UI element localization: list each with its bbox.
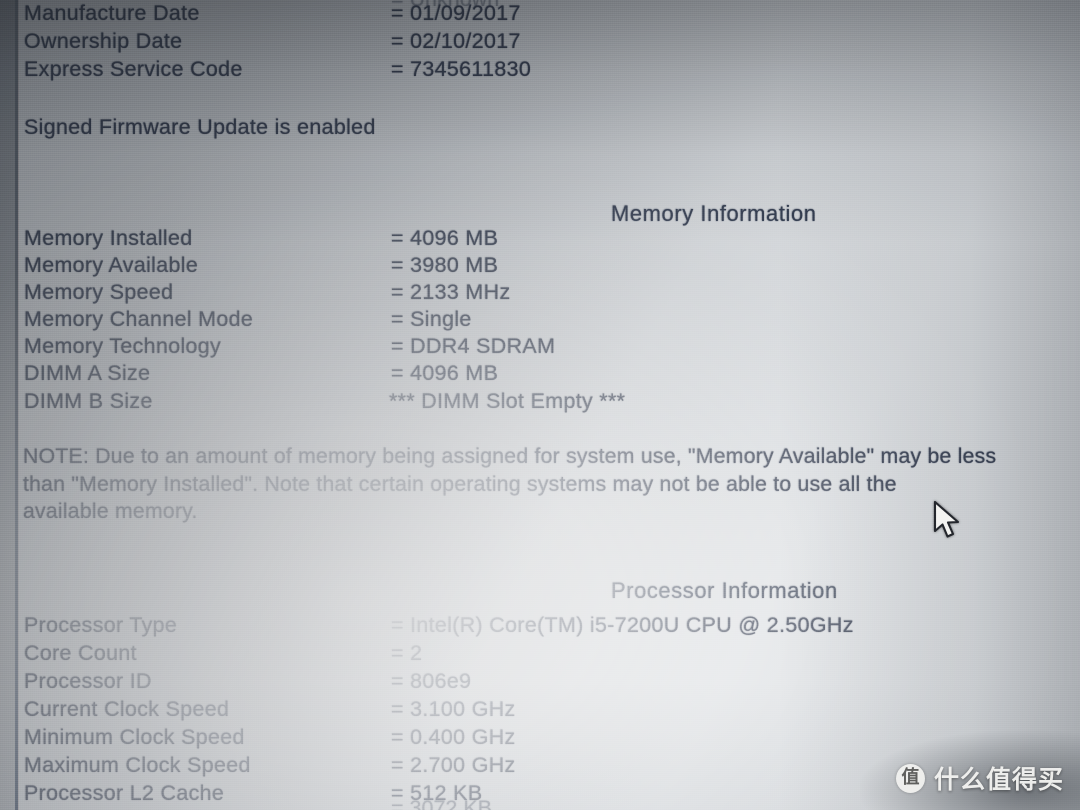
- row-value: *** DIMM Slot Empty ***: [389, 389, 626, 413]
- bios-screen-photo: = Unknown Manufacture Date = 01/09/2017 …: [0, 0, 1080, 810]
- row-value: = 2133 MHz: [391, 280, 511, 304]
- screen-left-border-line-fringe: [18, 0, 19, 810]
- row-label: DIMM A Size: [24, 361, 151, 385]
- row-label: Core Count: [24, 641, 137, 665]
- watermark-text: 什么值得买: [933, 765, 1064, 794]
- row-value: = 2: [391, 641, 423, 665]
- mouse-cursor-icon: [933, 500, 960, 538]
- row-value: = Intel(R) Core(TM) i5-7200U CPU @ 2.50G…: [391, 613, 854, 637]
- row-label: Express Service Code: [24, 57, 243, 81]
- row-label: Current Clock Speed: [24, 697, 230, 721]
- row-label: Maximum Clock Speed: [24, 753, 251, 777]
- watermark-badge-icon: 值: [895, 763, 925, 793]
- row-value: = Single: [391, 307, 472, 331]
- row-label: Manufacture Date: [24, 1, 200, 25]
- memory-note-line-2: than "Memory Installed". Note that certa…: [23, 471, 897, 496]
- watermark: 值 什么值得买: [895, 760, 1064, 796]
- row-value: = 3.100 GHz: [391, 697, 516, 721]
- bios-screen-content: = Unknown Manufacture Date = 01/09/2017 …: [0, 0, 1080, 810]
- row-label: Memory Available: [24, 253, 199, 277]
- row-value: = 4096 MB: [391, 361, 499, 385]
- row-label: Processor ID: [24, 669, 152, 693]
- row-label: Processor L2 Cache: [24, 781, 225, 805]
- processor-information-heading: Processor Information: [611, 578, 838, 603]
- memory-note-line-3: available memory.: [23, 499, 198, 523]
- memory-note: NOTE: Due to an amount of memory being a…: [23, 443, 1080, 526]
- row-value: = 806e9: [391, 669, 472, 693]
- clipped-bottom-value: = 3072 KB: [391, 796, 493, 810]
- row-value: = 7345611830: [391, 57, 532, 81]
- row-label: Memory Speed: [24, 280, 174, 304]
- row-value: = 4096 MB: [391, 226, 499, 250]
- row-label: Ownership Date: [24, 29, 183, 53]
- row-value: = DDR4 SDRAM: [391, 334, 556, 358]
- row-value: = 02/10/2017: [391, 29, 521, 53]
- screen-left-edge: [0, 0, 15, 810]
- row-value: = 0.400 GHz: [391, 725, 516, 749]
- memory-note-line-1: NOTE: Due to an amount of memory being a…: [23, 444, 997, 468]
- row-value: = 01/09/2017: [391, 1, 521, 25]
- row-label: Memory Installed: [24, 226, 193, 250]
- row-label: Minimum Clock Speed: [24, 725, 245, 749]
- row-label: Memory Technology: [24, 334, 222, 358]
- memory-information-heading: Memory Information: [611, 201, 817, 226]
- row-value: = 2.700 GHz: [391, 753, 516, 777]
- row-label: DIMM B Size: [24, 389, 153, 413]
- signed-firmware-status: Signed Firmware Update is enabled: [24, 115, 376, 139]
- row-value: = 3980 MB: [391, 253, 499, 277]
- row-label: Processor Type: [24, 613, 178, 637]
- row-label: Memory Channel Mode: [24, 307, 254, 331]
